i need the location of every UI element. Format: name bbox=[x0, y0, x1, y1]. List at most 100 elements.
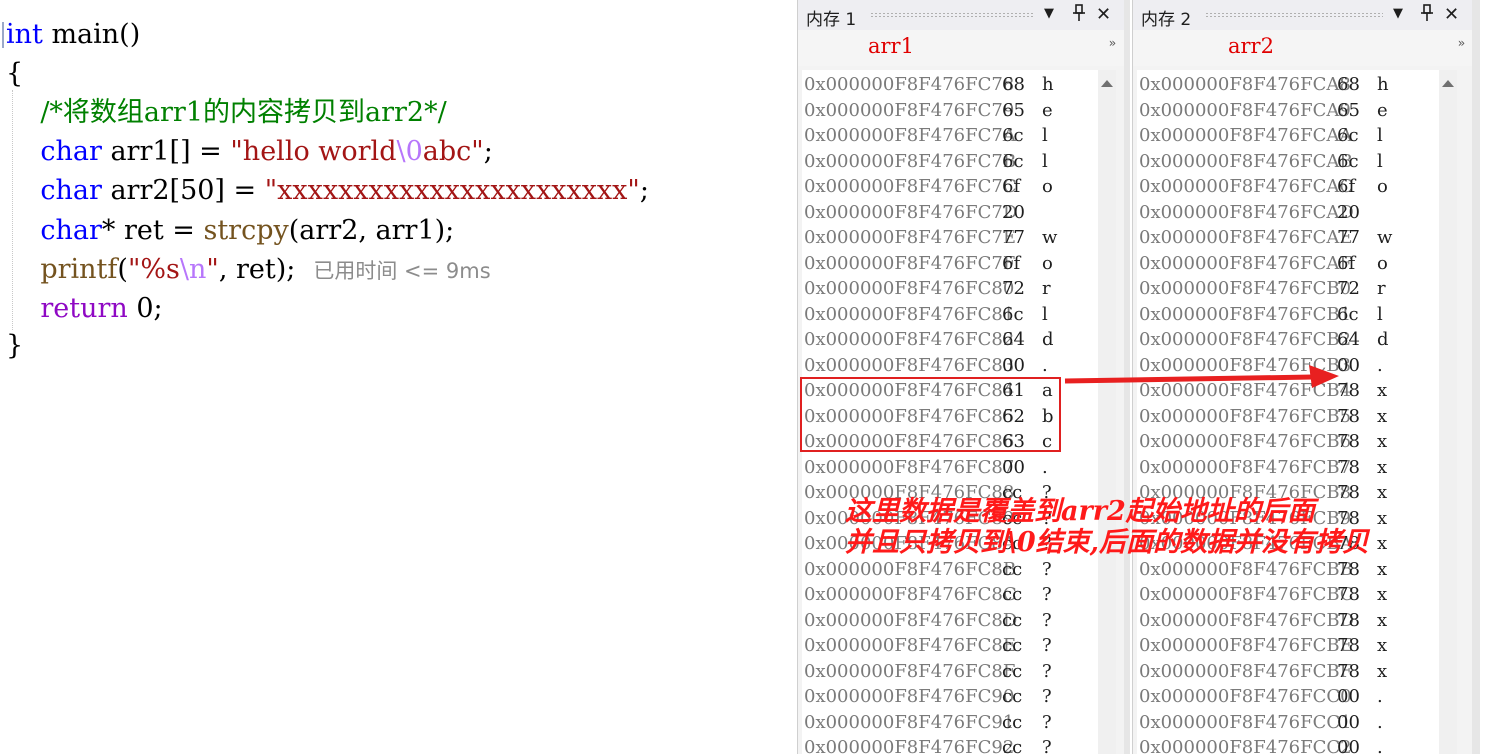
memory-row[interactable]: 0x000000F8F476FC7C 6f o bbox=[802, 174, 1098, 199]
close-icon[interactable]: ✕ bbox=[1096, 4, 1111, 25]
memory-row[interactable]: 0x000000F8F476FC7D 20 bbox=[802, 200, 1098, 225]
code-line[interactable]: int main() bbox=[6, 15, 140, 54]
memory-char: x bbox=[1377, 635, 1388, 656]
code-line[interactable]: printf("%s\n", ret); 已用时间 <= 9ms bbox=[6, 250, 490, 289]
memory-row[interactable]: 0x000000F8F476FC91 cc? bbox=[802, 710, 1098, 735]
code-line[interactable]: char arr1[] = "hello world\0abc"; bbox=[6, 132, 492, 171]
memory-row[interactable]: 0x000000F8F476FC8B cc? bbox=[802, 557, 1098, 582]
memory-row[interactable]: 0x000000F8F476FCB2 64 d bbox=[1137, 327, 1439, 352]
memory-byte: 77 bbox=[1337, 227, 1360, 248]
memory-row[interactable]: 0x000000F8F476FC7E 77 w bbox=[802, 225, 1098, 250]
memory-char: ? bbox=[1042, 609, 1052, 631]
memory-2-grid[interactable]: 0x000000F8F476FCA8 68 h 0x000000F8F476FCA9 6… bbox=[1137, 70, 1439, 754]
memory-row[interactable]: 0x000000F8F476FCBD 78 x bbox=[1137, 608, 1439, 633]
code-token: strcpy bbox=[203, 215, 289, 246]
memory-row[interactable]: 0x000000F8F476FCBF 78 x bbox=[1137, 659, 1439, 684]
memory-row[interactable]: 0x000000F8F476FCBE 78 x bbox=[1137, 633, 1439, 658]
memory-row[interactable]: 0x000000F8F476FCA8 68 h bbox=[1137, 72, 1439, 97]
memory-row[interactable]: 0x000000F8F476FC90 cc? bbox=[802, 684, 1098, 709]
memory-row[interactable]: 0x000000F8F476FC8C cc? bbox=[802, 582, 1098, 607]
drag-grip[interactable] bbox=[870, 12, 1035, 18]
memory-row[interactable]: 0x000000F8F476FCB0 72 r bbox=[1137, 276, 1439, 301]
code-token: ; bbox=[639, 175, 649, 206]
memory-byte: 6f bbox=[1002, 176, 1021, 197]
memory-address: 0x000000F8F476FCB6 bbox=[1139, 431, 1352, 452]
more-icon[interactable]: » bbox=[1109, 36, 1116, 50]
code-line[interactable]: { bbox=[6, 54, 23, 93]
memory-row[interactable]: 0x000000F8F476FCB5 78 x bbox=[1137, 404, 1439, 429]
memory-row[interactable]: 0x000000F8F476FCC0 00. bbox=[1137, 684, 1439, 709]
memory-1-address-input[interactable]: arr1 bbox=[868, 34, 914, 58]
code-line[interactable]: /*将数组arr1的内容拷贝到arr2*/ bbox=[6, 93, 446, 132]
memory-row[interactable]: 0x000000F8F476FCBC 78 x bbox=[1137, 582, 1439, 607]
memory-char: . bbox=[1377, 737, 1383, 754]
code-editor[interactable]: int main() { /*将数组arr1的内容拷贝到arr2*/ char a… bbox=[0, 0, 795, 754]
memory-byte: 00 bbox=[1002, 354, 1025, 376]
memory-address: 0x000000F8F476FCC0 bbox=[1139, 686, 1352, 707]
memory-row[interactable]: 0x000000F8F476FCB7 78 x bbox=[1137, 455, 1439, 480]
memory-row[interactable]: 0x000000F8F476FCC1 00. bbox=[1137, 710, 1439, 735]
dropdown-icon[interactable]: ▼ bbox=[1044, 6, 1054, 21]
memory-address: 0x000000F8F476FCBF bbox=[1139, 660, 1353, 682]
memory-row[interactable]: 0x000000F8F476FC82 64 d bbox=[802, 327, 1098, 352]
memory-byte: 00 bbox=[1337, 711, 1360, 733]
more-icon[interactable]: » bbox=[1458, 36, 1465, 50]
dropdown-icon[interactable]: ▼ bbox=[1393, 6, 1403, 21]
memory-row[interactable]: 0x000000F8F476FCAD 20 bbox=[1137, 200, 1439, 225]
memory-row[interactable]: 0x000000F8F476FCAB 6c l bbox=[1137, 149, 1439, 174]
scroll-up-icon[interactable] bbox=[1101, 80, 1113, 87]
memory-row[interactable]: 0x000000F8F476FC81 6c l bbox=[802, 302, 1098, 327]
close-icon[interactable]: ✕ bbox=[1444, 4, 1459, 25]
memory-row[interactable]: 0x000000F8F476FC7B 6c l bbox=[802, 149, 1098, 174]
memory-byte: cc bbox=[1002, 737, 1023, 754]
memory-byte: cc bbox=[1002, 558, 1023, 580]
memory-row[interactable]: 0x000000F8F476FC8D cc? bbox=[802, 608, 1098, 633]
code-token: arr1[] = bbox=[101, 136, 231, 167]
memory-row[interactable]: 0x000000F8F476FC79 65 e bbox=[802, 98, 1098, 123]
code-token: * ret = bbox=[101, 215, 204, 246]
memory-row[interactable]: 0x000000F8F476FCA9 65 e bbox=[1137, 98, 1439, 123]
memory-row[interactable]: 0x000000F8F476FCAE 77 w bbox=[1137, 225, 1439, 250]
memory-2-address-bar[interactable]: arr2 » bbox=[1133, 30, 1473, 66]
memory-char: x bbox=[1377, 380, 1388, 401]
memory-1-scrollbar[interactable] bbox=[1098, 70, 1116, 754]
memory-row[interactable]: 0x000000F8F476FCC2 00. bbox=[1137, 735, 1439, 754]
pin-icon[interactable] bbox=[1072, 4, 1086, 26]
code-line[interactable]: char* ret = strcpy(arr2, arr1); bbox=[6, 211, 454, 250]
memory-row[interactable]: 0x000000F8F476FCBB 78 x bbox=[1137, 557, 1439, 582]
code-token: \n bbox=[179, 254, 207, 285]
memory-byte: 6f bbox=[1337, 252, 1356, 274]
memory-1-address-bar[interactable]: arr1 » bbox=[798, 30, 1124, 66]
memory-byte: 78 bbox=[1337, 482, 1360, 503]
code-line[interactable]: return 0; bbox=[6, 289, 162, 328]
memory-row[interactable]: 0x000000F8F476FC80 72 r bbox=[802, 276, 1098, 301]
memory-2-address-input[interactable]: arr2 bbox=[1228, 34, 1274, 58]
memory-row[interactable]: 0x000000F8F476FC83 00. bbox=[802, 353, 1098, 378]
memory-row[interactable]: 0x000000F8F476FC7A 6c l bbox=[802, 123, 1098, 148]
memory-row[interactable]: 0x000000F8F476FC87 00. bbox=[802, 455, 1098, 480]
memory-row[interactable]: 0x000000F8F476FC78 68 h bbox=[802, 72, 1098, 97]
pin-icon[interactable] bbox=[1420, 4, 1434, 26]
memory-byte: cc bbox=[1002, 584, 1023, 605]
code-line[interactable]: char arr2[50] = "xxxxxxxxxxxxxxxxxxxxxxx… bbox=[6, 171, 649, 210]
memory-1-header: 内存 1 ▼ ✕ bbox=[798, 0, 1124, 30]
drag-grip[interactable] bbox=[1205, 12, 1383, 18]
memory-row[interactable]: 0x000000F8F476FC92 cc? bbox=[802, 735, 1098, 754]
memory-row[interactable]: 0x000000F8F476FCAF 6f o bbox=[1137, 251, 1439, 276]
memory-row[interactable]: 0x000000F8F476FC8F cc? bbox=[802, 659, 1098, 684]
memory-row[interactable]: 0x000000F8F476FCB6 78 x bbox=[1137, 429, 1439, 454]
code-line[interactable]: } bbox=[6, 326, 23, 365]
memory-row[interactable]: 0x000000F8F476FCAA 6c l bbox=[1137, 123, 1439, 148]
code-token: (arr2, arr1); bbox=[288, 215, 455, 246]
memory-row[interactable]: 0x000000F8F476FCAC 6f o bbox=[1137, 174, 1439, 199]
code-token: "xxxxxxxxxxxxxxxxxxxxxxx" bbox=[264, 175, 640, 206]
memory-row[interactable]: 0x000000F8F476FC7F 6f o bbox=[802, 251, 1098, 276]
scroll-up-icon[interactable] bbox=[1442, 80, 1454, 87]
memory-row[interactable]: 0x000000F8F476FC8E cc? bbox=[802, 633, 1098, 658]
memory-address: 0x000000F8F476FCAE bbox=[1139, 227, 1353, 248]
memory-row[interactable]: 0x000000F8F476FCB1 6c l bbox=[1137, 302, 1439, 327]
pane-right-edge bbox=[1472, 0, 1480, 754]
memory-2-scrollbar[interactable] bbox=[1439, 70, 1457, 754]
memory-char: w bbox=[1377, 227, 1393, 248]
memory-char: r bbox=[1377, 278, 1386, 299]
